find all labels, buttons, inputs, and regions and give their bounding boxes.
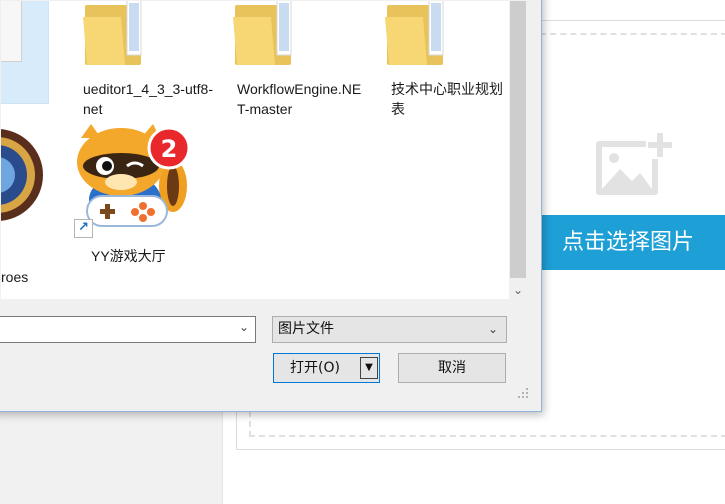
folder-icon[interactable] <box>81 1 145 69</box>
yy-game-label[interactable]: YY游戏大厅 <box>91 246 191 266</box>
open-button-label: 打开(O) <box>290 360 340 376</box>
notification-badge-count: 2 <box>161 135 178 163</box>
folder-label[interactable]: WorkflowEngine.NET-master <box>237 79 367 119</box>
file-type-filter[interactable]: 图片文件 ⌄ <box>272 316 507 343</box>
resize-grip-icon[interactable] <box>517 387 529 399</box>
page-left-area <box>0 408 222 504</box>
shortcut-arrow-icon: ↗ <box>74 219 93 238</box>
scroll-down-icon[interactable]: ⌄ <box>509 281 527 299</box>
filename-input[interactable]: ⌄ <box>0 316 256 343</box>
open-button[interactable]: 打开(O) ▼ <box>273 353 380 383</box>
folder-icon[interactable] <box>383 1 447 69</box>
file-type-filter-value: 图片文件 <box>278 321 334 337</box>
select-image-button[interactable]: 点击选择图片 <box>540 215 725 270</box>
folder-label[interactable]: 技术中心职业规划表 <box>391 79 506 119</box>
file-open-dialog: ueditor1_4_3_3-utf8-net WorkflowEngine.N… <box>0 0 542 412</box>
add-image-icon <box>596 131 674 195</box>
chevron-down-icon[interactable]: ⌄ <box>488 317 498 342</box>
dropdown-arrow-icon[interactable]: ▼ <box>360 357 378 379</box>
game-app-icon[interactable] <box>1 123 45 253</box>
chevron-down-icon[interactable]: ⌄ <box>239 320 249 334</box>
scroll-thumb[interactable] <box>510 1 526 278</box>
vertical-scrollbar[interactable]: ⌄ <box>509 1 527 299</box>
folder-icon[interactable] <box>231 1 295 69</box>
file-list-view[interactable]: ueditor1_4_3_3-utf8-net WorkflowEngine.N… <box>1 1 509 299</box>
selected-file-tile[interactable] <box>1 1 49 104</box>
game-app-label[interactable]: roes <box>1 267 41 287</box>
folder-label[interactable]: ueditor1_4_3_3-utf8-net <box>83 79 213 119</box>
document-icon <box>1 1 22 62</box>
cancel-button[interactable]: 取消 <box>398 353 506 383</box>
